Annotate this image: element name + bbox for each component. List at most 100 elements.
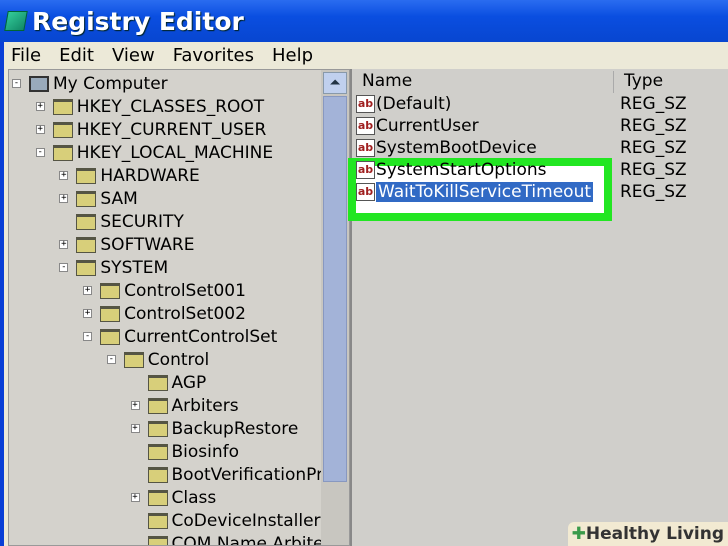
- value-row[interactable]: ab SystemStartOptions REG_SZ: [356, 159, 687, 181]
- scroll-thumb[interactable]: [323, 96, 347, 482]
- tree-node-label: Biosinfo: [171, 441, 240, 462]
- folder-icon: [100, 282, 121, 299]
- tree-scrollbar[interactable]: ⏶: [321, 70, 349, 545]
- menu-help[interactable]: Help: [265, 45, 324, 66]
- menu-view[interactable]: View: [105, 45, 166, 66]
- tree-node[interactable]: SECURITY: [76, 210, 184, 233]
- string-value-icon: ab: [356, 139, 375, 157]
- tree-node[interactable]: - CurrentControlSet: [83, 325, 277, 348]
- folder-icon: [76, 190, 97, 207]
- tree-node-label: SECURITY: [100, 211, 184, 232]
- collapse-icon[interactable]: -: [35, 148, 45, 157]
- folder-icon: [52, 144, 73, 161]
- string-value-icon: ab: [356, 95, 375, 113]
- string-value-icon: ab: [356, 183, 375, 201]
- expand-icon[interactable]: +: [59, 240, 69, 249]
- plus-icon: ✚: [571, 524, 586, 544]
- column-header-type[interactable]: Type: [614, 71, 728, 93]
- tree-node-label: SYSTEM: [100, 257, 169, 278]
- value-name: (Default): [376, 94, 452, 114]
- value-name: SystemBootDevice: [376, 138, 537, 158]
- expand-icon[interactable]: +: [59, 194, 69, 203]
- menu-favorites[interactable]: Favorites: [166, 45, 265, 66]
- expand-icon[interactable]: +: [130, 401, 140, 410]
- tree-node[interactable]: CoDeviceInstallers: [147, 509, 330, 532]
- collapse-icon[interactable]: -: [59, 263, 69, 272]
- tree-node-label: HKEY_CURRENT_USER: [76, 119, 267, 140]
- folder-icon: [147, 420, 168, 437]
- tree-node[interactable]: - SYSTEM: [59, 256, 169, 279]
- tree-node-label: ControlSet002: [124, 303, 246, 324]
- watermark-text: Healthy Living: [585, 524, 724, 544]
- folder-icon: [147, 466, 168, 483]
- value-row[interactable]: ab SystemBootDevice REG_SZ: [356, 137, 687, 159]
- tree-node-label: HARDWARE: [100, 165, 200, 186]
- tree-node-label: SOFTWARE: [100, 234, 195, 255]
- computer-icon: [29, 75, 49, 92]
- column-header-name[interactable]: Name: [352, 71, 614, 93]
- tree-node-label: BackupRestore: [171, 418, 299, 439]
- folder-icon: [123, 351, 144, 368]
- value-type: REG_SZ: [620, 116, 687, 136]
- folder-icon: [147, 489, 168, 506]
- expand-icon[interactable]: +: [83, 309, 93, 318]
- expand-icon[interactable]: +: [83, 286, 93, 295]
- tree-node-label: Control: [147, 349, 210, 370]
- tree-node[interactable]: - Control: [106, 348, 210, 371]
- collapse-icon[interactable]: -: [83, 332, 93, 341]
- value-row[interactable]: ab CurrentUser REG_SZ: [356, 115, 687, 137]
- tree-node[interactable]: AGP: [147, 371, 207, 394]
- folder-icon: [100, 305, 121, 322]
- string-value-icon: ab: [356, 161, 375, 179]
- folder-icon: [147, 374, 168, 391]
- folder-icon: [76, 259, 97, 276]
- tree-node[interactable]: - My Computer: [12, 72, 168, 95]
- value-name: WaitToKillServiceTimeout: [376, 182, 594, 202]
- expand-icon[interactable]: +: [130, 493, 140, 502]
- tree-node-label: CoDeviceInstallers: [171, 510, 330, 531]
- value-type: REG_SZ: [620, 138, 687, 158]
- tree-node[interactable]: + HKEY_CLASSES_ROOT: [35, 95, 265, 118]
- tree-node[interactable]: BootVerificationProgram: [147, 463, 349, 486]
- tree-node-label: HKEY_LOCAL_MACHINE: [76, 142, 274, 163]
- tree-node[interactable]: + SOFTWARE: [59, 233, 195, 256]
- folder-icon: [76, 167, 97, 184]
- expand-icon[interactable]: +: [59, 171, 69, 180]
- tree-node-label: ControlSet001: [124, 280, 246, 301]
- value-row[interactable]: ab WaitToKillServiceTimeout REG_SZ: [356, 181, 687, 203]
- scroll-up-button[interactable]: ⏶: [323, 72, 347, 94]
- folder-icon: [52, 121, 73, 138]
- registry-tree: - My Computer + HKEY_CLASSES_ROOT + HKEY_CURR…: [8, 69, 350, 546]
- value-row[interactable]: ab (Default) REG_SZ: [356, 93, 687, 115]
- menu-edit[interactable]: Edit: [52, 45, 105, 66]
- tree-node-label: My Computer: [53, 73, 168, 94]
- folder-icon: [52, 98, 73, 115]
- tree-node-label: HKEY_CLASSES_ROOT: [76, 96, 265, 117]
- tree-node[interactable]: + SAM: [59, 187, 138, 210]
- folder-icon: [147, 535, 168, 545]
- expand-icon[interactable]: +: [35, 125, 45, 134]
- tree-node[interactable]: + BackupRestore: [130, 417, 299, 440]
- tree-node-label: COM Name Arbiter: [171, 533, 331, 546]
- tree-node-label: AGP: [171, 372, 207, 393]
- expand-icon[interactable]: +: [130, 424, 140, 433]
- tree-node[interactable]: + Arbiters: [130, 394, 239, 417]
- tree-node[interactable]: Biosinfo: [147, 440, 240, 463]
- tree-node[interactable]: - HKEY_LOCAL_MACHINE: [35, 141, 274, 164]
- folder-icon: [76, 213, 97, 230]
- tree-node[interactable]: + HARDWARE: [59, 164, 200, 187]
- tree-node[interactable]: COM Name Arbiter: [147, 532, 331, 546]
- expand-icon[interactable]: +: [35, 102, 45, 111]
- menu-file[interactable]: File: [4, 45, 52, 66]
- tree-node[interactable]: + HKEY_CURRENT_USER: [35, 118, 267, 141]
- collapse-icon[interactable]: -: [12, 79, 21, 88]
- tree-node[interactable]: + Class: [130, 486, 216, 509]
- folder-icon: [100, 328, 121, 345]
- tree-node[interactable]: + ControlSet001: [83, 279, 246, 302]
- value-type: REG_SZ: [620, 182, 687, 202]
- collapse-icon[interactable]: -: [106, 355, 116, 364]
- tree-node[interactable]: + ControlSet002: [83, 302, 246, 325]
- value-name: CurrentUser: [376, 116, 479, 136]
- tree-node-label: SAM: [100, 188, 138, 209]
- regedit-icon: [4, 11, 28, 31]
